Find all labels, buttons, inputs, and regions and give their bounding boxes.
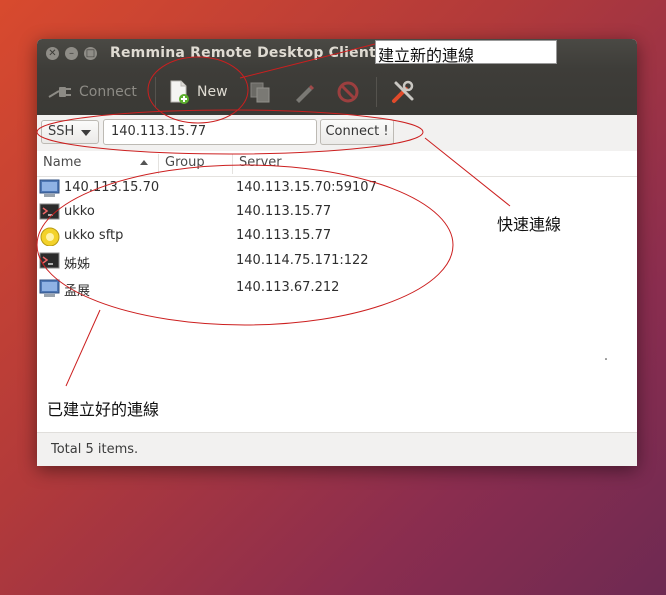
chevron-down-icon [81, 130, 91, 136]
connection-server: 140.113.15.77 [236, 204, 332, 219]
quick-connect-bar: SSH 140.113.15.77 Connect ! [37, 115, 637, 152]
table-row[interactable]: 孟展 140.113.67.212 [37, 277, 637, 301]
copy-button[interactable] [248, 75, 272, 109]
new-connection-annotation: 建立新的連線 [375, 40, 557, 65]
plug-icon [48, 87, 71, 98]
column-divider [158, 154, 159, 174]
connection-server: 140.113.15.77 [236, 228, 332, 243]
table-row[interactable]: 姊姊 140.114.75.171:122 [37, 250, 637, 274]
edit-button[interactable] [292, 75, 316, 109]
sftp-icon [40, 227, 60, 246]
tools-icon [392, 80, 414, 103]
close-window-button[interactable]: ✕ [46, 47, 59, 60]
connection-name: 姊姊 [64, 257, 91, 272]
maximize-window-button[interactable]: □ [84, 47, 97, 60]
new-label: New [197, 84, 228, 100]
column-server-header[interactable]: Server [239, 155, 282, 170]
minimize-window-button[interactable]: – [65, 47, 78, 60]
toolbar-separator [155, 77, 156, 107]
column-group-header[interactable]: Group [165, 155, 205, 170]
stop-icon [337, 81, 359, 103]
terminal-icon [39, 252, 60, 269]
table-row[interactable]: 140.113.15.70 140.113.15.70:59107 [37, 177, 637, 201]
connection-server: 140.113.67.212 [236, 280, 340, 295]
quick-connect-annotation: 快速連線 [497, 215, 562, 234]
column-divider [232, 154, 233, 174]
copy-icon [250, 82, 270, 103]
connection-server: 140.114.75.171:122 [236, 253, 369, 268]
delete-button[interactable] [336, 75, 360, 109]
protocol-select[interactable]: SSH [41, 120, 99, 144]
sort-ascending-icon [140, 160, 148, 165]
status-text: Total 5 items. [51, 442, 139, 457]
remote-desktop-icon [39, 279, 60, 297]
server-address-input[interactable]: 140.113.15.77 [103, 119, 317, 145]
preferences-button[interactable] [390, 75, 416, 109]
terminal-icon [39, 203, 60, 220]
window-title: Remmina Remote Desktop Client [110, 45, 376, 61]
new-button[interactable]: New [168, 75, 228, 109]
pencil-icon [296, 85, 314, 103]
connection-name: ukko [64, 204, 95, 219]
connection-name: ukko sftp [64, 228, 124, 243]
new-document-icon [170, 80, 189, 104]
toolbar: Connect New [37, 69, 637, 115]
table-header: Name Group Server [37, 151, 637, 177]
connection-server: 140.113.15.70:59107 [236, 180, 377, 195]
column-name-header[interactable]: Name [43, 155, 81, 170]
connect-button[interactable]: Connect [47, 75, 137, 109]
remote-desktop-icon [39, 179, 60, 197]
connection-name: 孟展 [64, 284, 91, 299]
connect-label: Connect [79, 84, 137, 100]
protocol-value: SSH [48, 124, 75, 139]
connection-name: 140.113.15.70 [64, 180, 160, 195]
toolbar-separator [376, 77, 377, 107]
saved-connections-annotation: 已建立好的連線 [47, 400, 160, 419]
status-bar: Total 5 items. [37, 432, 637, 466]
quick-connect-button[interactable]: Connect ! [320, 119, 394, 145]
